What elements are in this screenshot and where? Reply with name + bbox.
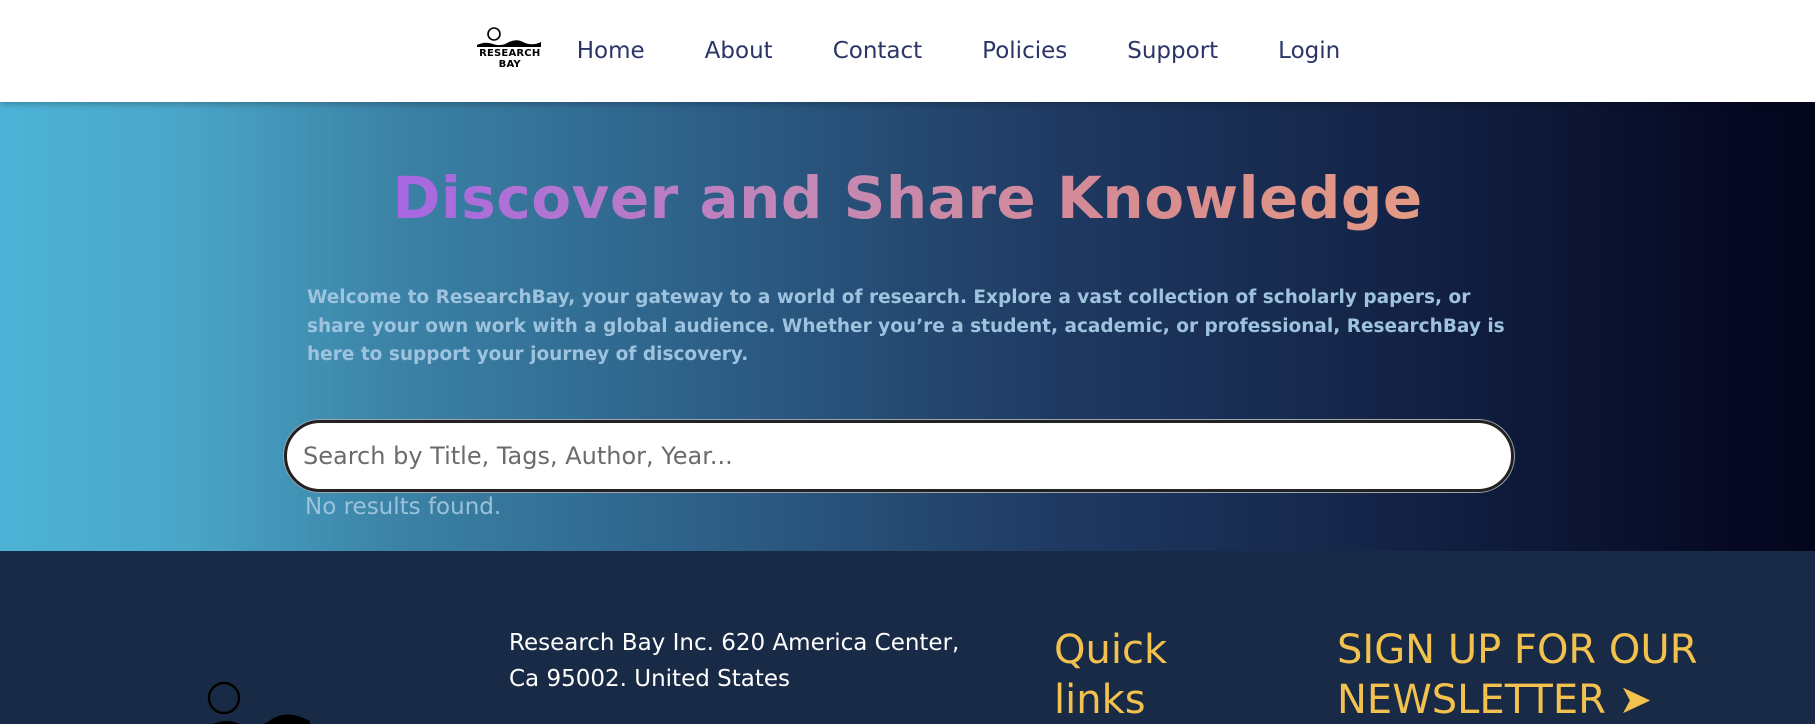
nav-link-home[interactable]: Home xyxy=(577,38,645,64)
hero-section: Discover and Share Knowledge Welcome to … xyxy=(0,102,1815,551)
hero-title: Discover and Share Knowledge xyxy=(0,164,1815,232)
nav-link-policies[interactable]: Policies xyxy=(982,38,1067,64)
no-results-message: No results found. xyxy=(305,494,502,520)
footer-logo-icon xyxy=(207,681,310,724)
navbar-inner: RESEARCH BAY Home About Contact Policies… xyxy=(475,26,1340,76)
nav-link-login[interactable]: Login xyxy=(1278,38,1340,64)
nav-link-support[interactable]: Support xyxy=(1127,38,1218,64)
footer: Research Bay Inc. 620 America Center, Ca… xyxy=(0,551,1815,724)
hero-title-text: Discover and Share Knowledge xyxy=(392,164,1423,232)
nav-link-about[interactable]: About xyxy=(705,38,773,64)
top-navbar: RESEARCH BAY Home About Contact Policies… xyxy=(0,0,1815,102)
footer-address: Research Bay Inc. 620 America Center, Ca… xyxy=(509,630,960,692)
search-input[interactable] xyxy=(284,420,1514,492)
newsletter-signup-link[interactable]: SIGN UP FOR OUR NEWSLETTER ➤ xyxy=(1337,625,1797,724)
footer-quick-links-title: Quick links xyxy=(1054,627,1168,723)
nav-link-contact[interactable]: Contact xyxy=(833,38,922,64)
logo-text-bay: BAY xyxy=(498,59,521,70)
hero-description: Welcome to ResearchBay, your gateway to … xyxy=(307,287,1505,365)
logo-text-research: RESEARCH xyxy=(479,48,541,59)
research-bay-logo[interactable]: RESEARCH BAY xyxy=(475,24,545,76)
nav-links: Home About Contact Policies Support Logi… xyxy=(577,38,1340,64)
